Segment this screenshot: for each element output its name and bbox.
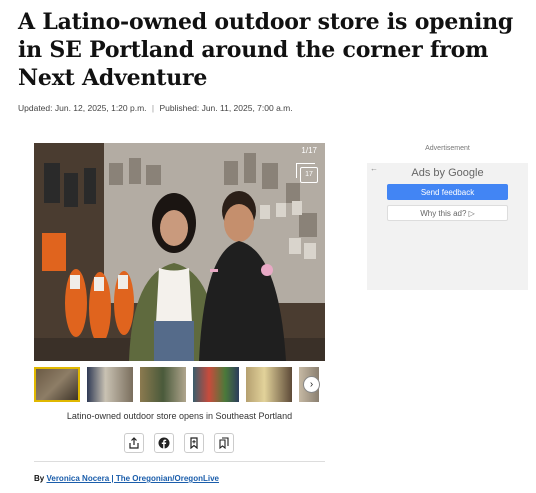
chevron-right-icon: › bbox=[309, 379, 314, 390]
thumbnail-4[interactable] bbox=[193, 367, 239, 402]
gallery-next-button[interactable]: › bbox=[303, 376, 320, 393]
date-separator: | bbox=[151, 103, 155, 113]
saved-bookmarks-icon bbox=[219, 437, 229, 449]
thumbnail-1[interactable] bbox=[34, 367, 80, 402]
gallery-grid-icon[interactable]: 17 bbox=[296, 163, 318, 183]
bookmark-add-icon bbox=[190, 437, 198, 449]
author-link[interactable]: Veronica Nocera | The Oregonian/OregonLi… bbox=[46, 474, 219, 483]
ads-by-google: Ads by Google bbox=[367, 167, 528, 179]
published-date: Published: Jun. 11, 2025, 7:00 a.m. bbox=[159, 103, 293, 113]
facebook-icon bbox=[158, 437, 170, 449]
byline: By Veronica Nocera | The Oregonian/Orego… bbox=[34, 474, 219, 483]
why-this-ad-button[interactable]: Why this ad? ▷ bbox=[387, 205, 508, 221]
thumbnail-5[interactable] bbox=[246, 367, 292, 402]
send-feedback-button[interactable]: Send feedback bbox=[387, 184, 508, 200]
saved-articles-button[interactable] bbox=[214, 433, 234, 453]
article-dates: Updated: Jun. 12, 2025, 1:20 p.m. | Publ… bbox=[18, 103, 293, 113]
share-button[interactable] bbox=[124, 433, 144, 453]
bookmark-button[interactable] bbox=[184, 433, 204, 453]
photo-gallery[interactable]: 1/17 17 bbox=[34, 143, 325, 361]
advertisement-label: Advertisement bbox=[425, 145, 470, 152]
ads-by-prefix: Ads by bbox=[411, 167, 449, 179]
byline-by: By bbox=[34, 474, 45, 483]
thumbnail-2[interactable] bbox=[87, 367, 133, 402]
google-brand: Google bbox=[448, 167, 484, 179]
thumbnail-3[interactable] bbox=[140, 367, 186, 402]
byline-divider bbox=[34, 461, 325, 462]
ad-container: ← Ads by Google Send feedback Why this a… bbox=[367, 163, 528, 290]
updated-date: Updated: Jun. 12, 2025, 1:20 p.m. bbox=[18, 103, 147, 113]
headline: A Latino-owned outdoor store is opening … bbox=[18, 9, 514, 91]
gallery-counter: 1/17 bbox=[301, 146, 317, 155]
facebook-share-button[interactable] bbox=[154, 433, 174, 453]
thumbnail-strip: › bbox=[34, 367, 325, 403]
gallery-caption: Latino-owned outdoor store opens in Sout… bbox=[66, 411, 293, 421]
gallery-photo[interactable] bbox=[34, 143, 325, 361]
share-icon bbox=[129, 437, 139, 449]
